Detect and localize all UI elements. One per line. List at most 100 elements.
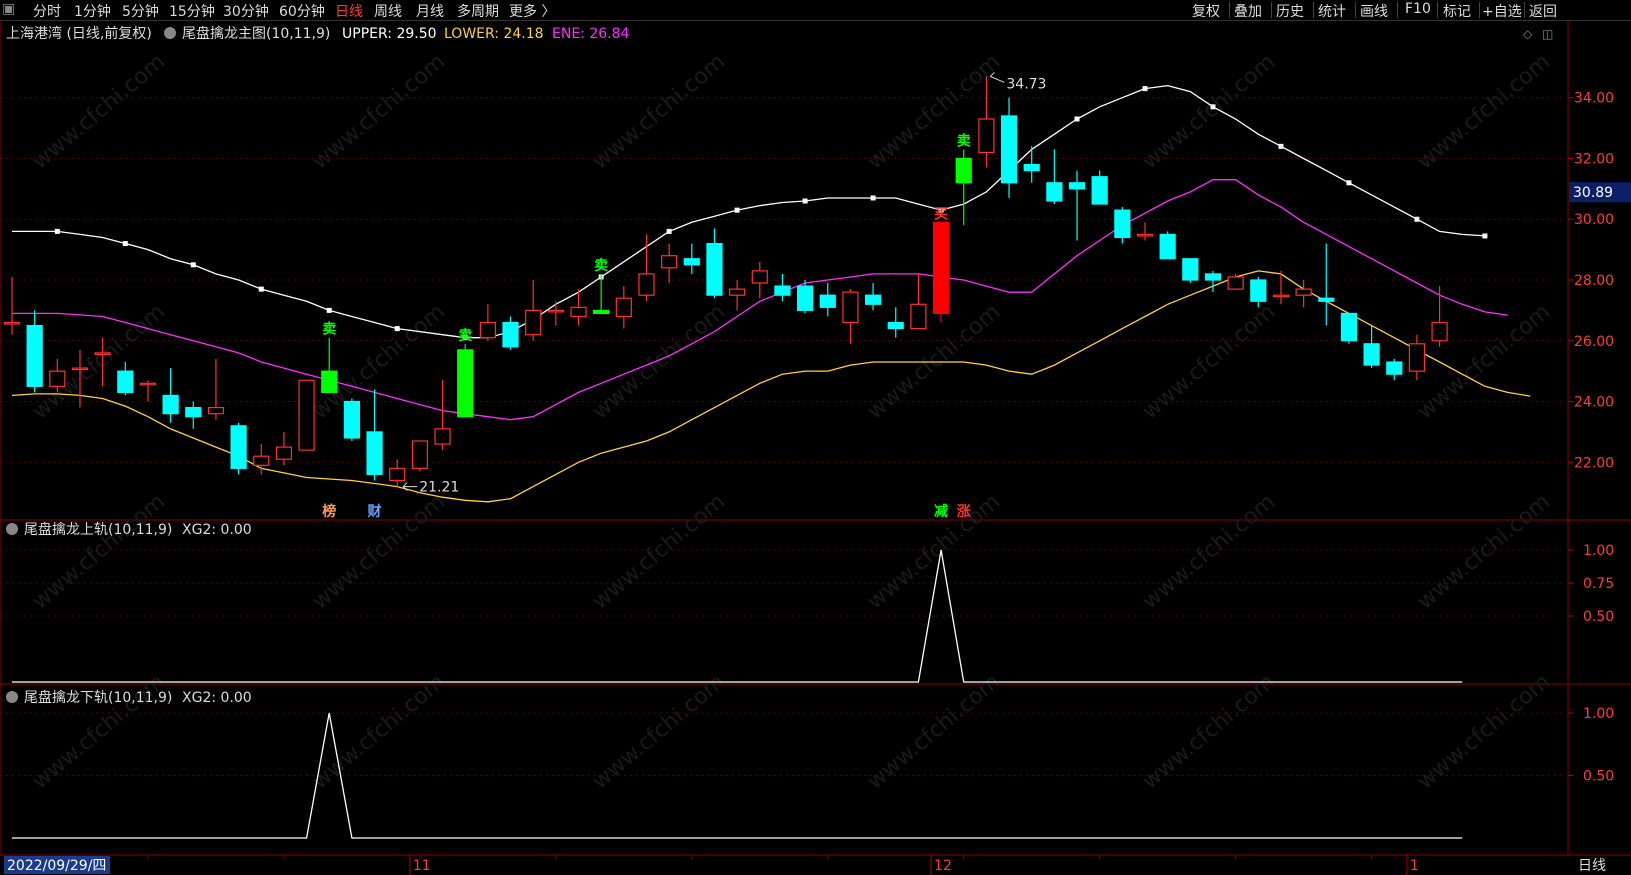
upper-dot (1278, 143, 1284, 149)
watermark-text: www.cfchi.com (28, 49, 170, 174)
period-label: 日线 (1578, 858, 1606, 874)
upper-dot (666, 228, 672, 234)
sub2-title: 尾盘擒龙下轨(10,11,9) (24, 689, 172, 706)
candle-body (932, 221, 950, 315)
upper-dot (802, 198, 808, 204)
button-add-watchlist[interactable]: +自选 (1482, 1, 1522, 21)
current-price-label: 30.89 (1573, 185, 1613, 201)
button-back[interactable]: 返回 (1529, 1, 1557, 21)
candle-body (457, 349, 474, 418)
sub1-value-label: XG2: 0.00 (182, 522, 252, 538)
tab-multi-period[interactable]: 多周期 (457, 1, 499, 21)
tab-fenshi[interactable]: 分时 (33, 1, 61, 21)
sub1-toggle-icon[interactable] (6, 523, 18, 535)
tab-daily[interactable]: 日线 (335, 1, 363, 21)
upper-dot (326, 307, 332, 313)
button-draw[interactable]: 画线 (1360, 1, 1388, 21)
candle-body (1318, 297, 1335, 302)
event-tag: 减 (934, 503, 948, 520)
candle-body (1431, 321, 1448, 342)
candle-body (139, 382, 157, 386)
tab-1min[interactable]: 1分钟 (74, 1, 111, 21)
month-label: 11 (413, 858, 431, 874)
candle-body (706, 242, 723, 296)
candle-body (71, 367, 89, 371)
ene-value-label: ENE: 26.84 (552, 26, 630, 42)
candle-body (1023, 163, 1040, 172)
y-tick-label: 32.00 (1574, 151, 1614, 167)
candle-body (366, 431, 383, 476)
watermark-text: www.cfchi.com (308, 49, 450, 174)
candle-body (1408, 343, 1426, 372)
button-overlay[interactable]: 叠加 (1234, 1, 1262, 21)
watermark-text: www.cfchi.com (863, 49, 1005, 174)
upper-dot (1346, 180, 1352, 186)
panel-icon[interactable]: ◫ (1542, 27, 1553, 41)
candle-body (253, 455, 270, 466)
tab-monthly[interactable]: 月线 (416, 1, 444, 21)
sub-panel-lower: 0.50 1.00 (0, 706, 1614, 839)
button-fuquan[interactable]: 复权 (1192, 1, 1220, 21)
candle-body (1363, 343, 1380, 366)
upper-value-label: UPPER: 29.50 (342, 26, 437, 42)
upper-dot (1142, 86, 1148, 92)
sub-y-tick-label: 0.50 (1583, 609, 1614, 625)
menu-icon[interactable]: ▣ (2, 1, 15, 17)
price-axis: 22.00 24.00 26.00 28.00 30.00 32.00 34.00 30.89… (11, 91, 1631, 875)
event-tag: 榜 (322, 503, 336, 520)
candle-body (683, 258, 700, 266)
candle-body (3, 321, 21, 325)
toolbar-divider (1355, 2, 1356, 18)
tab-more[interactable]: 更多 〉 (509, 1, 555, 21)
upper-dot (1074, 116, 1080, 122)
candle-body (502, 321, 519, 348)
toolbar-divider (1229, 2, 1230, 18)
candle-body (638, 273, 655, 296)
candle-body (1204, 273, 1222, 281)
candle-body (661, 255, 678, 269)
candle-body (230, 425, 247, 469)
y-tick-label: 30.00 (1574, 212, 1614, 228)
candle-body (842, 291, 859, 324)
button-f10[interactable]: F10 (1405, 1, 1431, 17)
toolbar-divider (1437, 2, 1438, 18)
candle-body (207, 406, 225, 415)
tab-weekly[interactable]: 周线 (374, 1, 402, 21)
candle-body (751, 270, 768, 284)
candle-body (94, 352, 111, 356)
watermark-text: www.cfchi.com (1413, 49, 1555, 174)
candle-body (1272, 294, 1290, 298)
candle-body (389, 467, 406, 482)
button-stats[interactable]: 统计 (1318, 1, 1346, 21)
tab-15min[interactable]: 15分钟 (169, 1, 215, 21)
diamond-icon[interactable]: ◇ (1523, 27, 1533, 41)
y-tick-label: 26.00 (1574, 334, 1614, 350)
watermark-text: www.cfchi.com (588, 299, 730, 424)
button-history[interactable]: 历史 (1276, 1, 1304, 21)
tab-30min[interactable]: 30分钟 (223, 1, 269, 21)
sub-y-tick-label: 0.75 (1583, 576, 1614, 592)
toolbar-divider (1524, 2, 1525, 18)
tab-5min[interactable]: 5分钟 (122, 1, 159, 21)
candle-body (819, 294, 836, 308)
upper-dot (1414, 216, 1420, 222)
candle-body (1295, 288, 1312, 296)
indicator-name[interactable]: 尾盘擒龙主图(10,11,9) (182, 25, 330, 42)
candle-body (1046, 182, 1063, 202)
candlesticks[interactable] (3, 76, 1448, 487)
stock-chart[interactable]: www.cfchi.com www.cfchi.com www.cfchi.com w… (0, 20, 1631, 875)
sub-panel-upper: 0.50 0.75 1.00 (0, 543, 1614, 683)
upper-dot (870, 195, 876, 201)
watermark-text: www.cfchi.com (588, 489, 730, 614)
toolbar-divider (1479, 2, 1480, 18)
watermark-text: www.cfchi.com (863, 669, 1005, 794)
sub-y-tick-label: 1.00 (1583, 543, 1614, 559)
y-tick-label: 28.00 (1574, 273, 1614, 289)
watermark-layer: www.cfchi.com www.cfchi.com www.cfchi.com w… (28, 49, 1555, 794)
watermark-text: www.cfchi.com (1413, 299, 1555, 424)
button-mark[interactable]: 标记 (1443, 1, 1471, 21)
settings-toggle-icon[interactable] (164, 27, 176, 39)
watermark-text: www.cfchi.com (1138, 489, 1280, 614)
sub2-toggle-icon[interactable] (6, 691, 18, 703)
tab-60min[interactable]: 60分钟 (279, 1, 325, 21)
